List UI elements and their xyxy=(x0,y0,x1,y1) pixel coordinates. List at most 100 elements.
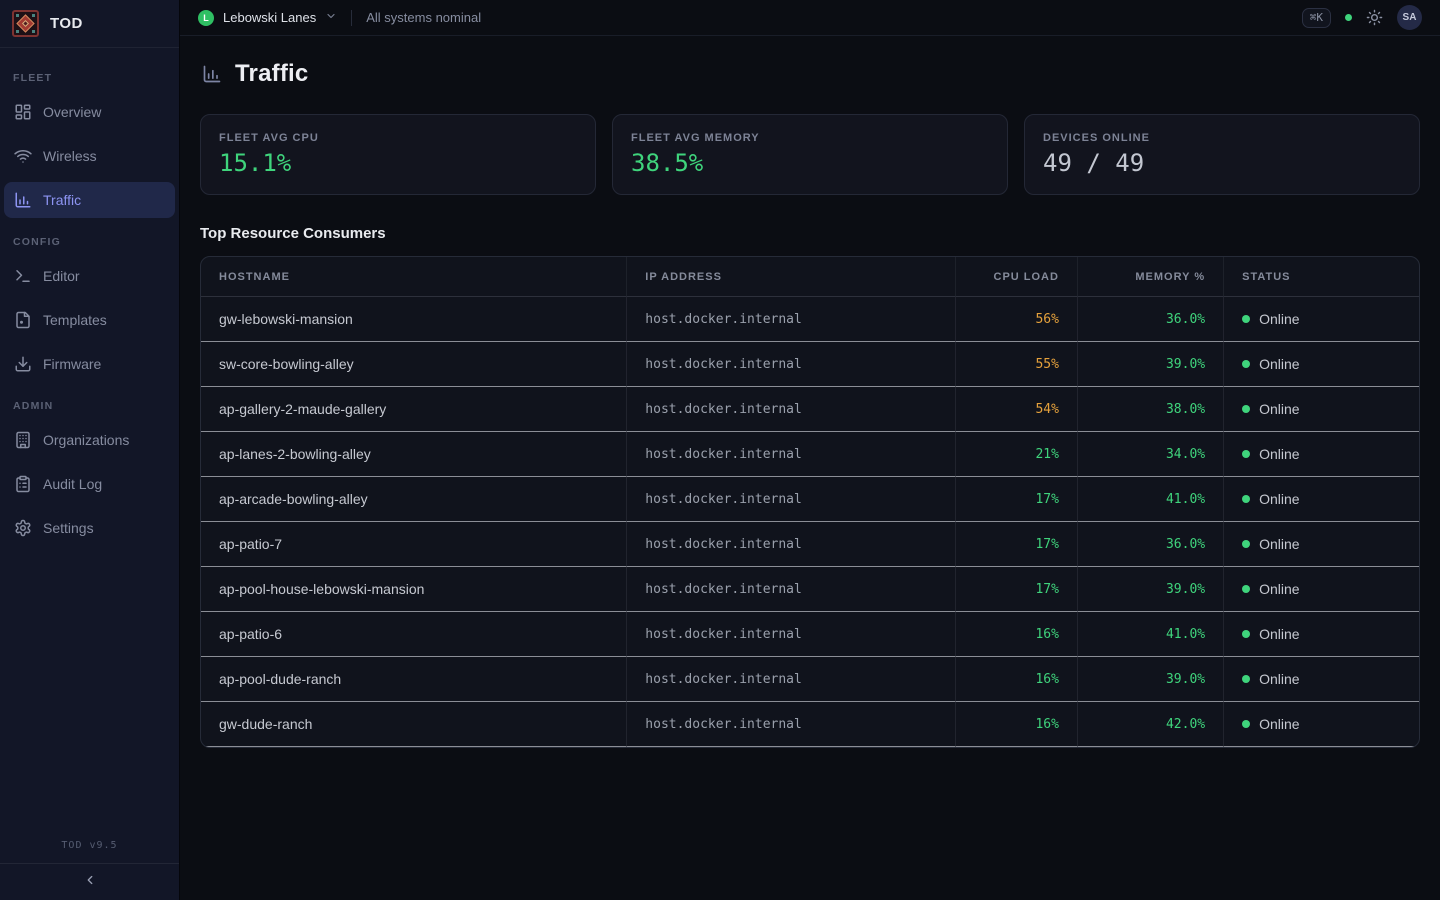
layout-grid-icon xyxy=(14,103,32,121)
app-version: TOD v9.5 xyxy=(0,830,179,863)
table-row[interactable]: ap-pool-dude-ranch host.docker.internal … xyxy=(201,657,1419,702)
sidebar-item-label: Traffic xyxy=(43,192,81,208)
status-label: Online xyxy=(1259,716,1299,732)
status-label: Online xyxy=(1259,671,1299,687)
cpu-load-cell: 17% xyxy=(956,567,1078,612)
status-label: Online xyxy=(1259,491,1299,507)
stat-label: DEVICES ONLINE xyxy=(1043,132,1401,144)
status-label: Online xyxy=(1259,356,1299,372)
memory-cell: 36.0% xyxy=(1078,522,1224,567)
ip-address-cell: host.docker.internal xyxy=(627,477,956,522)
sidebar-header: TOD xyxy=(0,0,179,48)
table-header-row: HOSTNAMEIP ADDRESSCPU LOADMEMORY %STATUS xyxy=(201,257,1419,297)
online-status-dot-icon xyxy=(1242,720,1250,728)
chevron-left-icon xyxy=(83,873,97,892)
sidebar-item-settings[interactable]: Settings xyxy=(4,510,175,546)
theme-toggle-button[interactable] xyxy=(1366,9,1383,26)
ip-address-cell: host.docker.internal xyxy=(627,567,956,612)
sidebar-item-organizations[interactable]: Organizations xyxy=(4,422,175,458)
sidebar-nav: FLEETOverviewWirelessTrafficCONFIGEditor… xyxy=(0,48,179,830)
hostname-cell: ap-pool-house-lebowski-mansion xyxy=(201,567,627,612)
table-row[interactable]: gw-dude-ranch host.docker.internal 16% 4… xyxy=(201,702,1419,747)
status-cell: Online xyxy=(1224,657,1419,702)
table-row[interactable]: ap-patio-6 host.docker.internal 16% 41.0… xyxy=(201,612,1419,657)
hostname-cell: ap-pool-dude-ranch xyxy=(201,657,627,702)
status-label: Online xyxy=(1259,581,1299,597)
cpu-load-cell: 56% xyxy=(956,297,1078,342)
table-row[interactable]: ap-lanes-2-bowling-alley host.docker.int… xyxy=(201,432,1419,477)
stat-card-fleet-avg-cpu: FLEET AVG CPU15.1% xyxy=(200,114,596,195)
sidebar-item-templates[interactable]: Templates xyxy=(4,302,175,338)
cpu-load-cell: 16% xyxy=(956,612,1078,657)
ip-address-cell: host.docker.internal xyxy=(627,522,956,567)
sidebar-item-label: Editor xyxy=(43,268,80,284)
sidebar-item-firmware[interactable]: Firmware xyxy=(4,346,175,382)
table-row[interactable]: ap-pool-house-lebowski-mansion host.dock… xyxy=(201,567,1419,612)
table-row[interactable]: sw-core-bowling-alley host.docker.intern… xyxy=(201,342,1419,387)
ip-address-cell: host.docker.internal xyxy=(627,342,956,387)
ip-address-cell: host.docker.internal xyxy=(627,387,956,432)
page-title-row: Traffic xyxy=(200,60,1420,88)
ip-address-cell: host.docker.internal xyxy=(627,612,956,657)
table-row[interactable]: gw-lebowski-mansion host.docker.internal… xyxy=(201,297,1419,342)
status-cell: Online xyxy=(1224,702,1419,747)
status-label: Online xyxy=(1259,401,1299,417)
hostname-cell: gw-dude-ranch xyxy=(201,702,627,747)
sidebar-item-label: Settings xyxy=(43,520,94,536)
clipboard-icon xyxy=(14,475,32,493)
stat-label: FLEET AVG MEMORY xyxy=(631,132,989,144)
status-label: Online xyxy=(1259,446,1299,462)
main-area: L Lebowski Lanes All systems nominal ⌘K … xyxy=(180,0,1440,900)
page-content: Traffic FLEET AVG CPU15.1% FLEET AVG MEMO… xyxy=(180,36,1440,900)
status-cell: Online xyxy=(1224,522,1419,567)
table-row[interactable]: ap-arcade-bowling-alley host.docker.inte… xyxy=(201,477,1419,522)
hostname-cell: ap-patio-6 xyxy=(201,612,627,657)
hostname-cell: ap-arcade-bowling-alley xyxy=(201,477,627,522)
chevron-down-icon xyxy=(325,9,337,27)
sidebar-item-audit-log[interactable]: Audit Log xyxy=(4,466,175,502)
bar-chart-icon xyxy=(14,191,32,209)
status-cell: Online xyxy=(1224,342,1419,387)
org-switcher[interactable]: L Lebowski Lanes xyxy=(198,9,337,27)
online-status-dot-icon xyxy=(1242,630,1250,638)
column-header-status: STATUS xyxy=(1224,257,1419,297)
table-row[interactable]: ap-gallery-2-maude-gallery host.docker.i… xyxy=(201,387,1419,432)
online-status-dot-icon xyxy=(1242,540,1250,548)
sidebar: TOD FLEETOverviewWirelessTrafficCONFIGEd… xyxy=(0,0,180,900)
sidebar-item-overview[interactable]: Overview xyxy=(4,94,175,130)
sidebar-item-label: Overview xyxy=(43,104,101,120)
stat-value: 15.1% xyxy=(219,149,577,177)
topbar-right: ⌘K SA xyxy=(1302,5,1422,30)
sidebar-item-traffic[interactable]: Traffic xyxy=(4,182,175,218)
ip-address-cell: host.docker.internal xyxy=(627,297,956,342)
hostname-cell: ap-patio-7 xyxy=(201,522,627,567)
user-avatar[interactable]: SA xyxy=(1397,5,1422,30)
table-row[interactable]: ap-patio-7 host.docker.internal 17% 36.0… xyxy=(201,522,1419,567)
online-status-dot-icon xyxy=(1242,315,1250,323)
sidebar-collapse-button[interactable] xyxy=(0,863,179,900)
column-header-cpu-load: CPU LOAD xyxy=(956,257,1078,297)
command-palette-shortcut[interactable]: ⌘K xyxy=(1302,8,1331,28)
terminal-icon xyxy=(14,267,32,285)
org-name: Lebowski Lanes xyxy=(223,10,316,25)
sidebar-item-wireless[interactable]: Wireless xyxy=(4,138,175,174)
nav-section-label-config: CONFIG xyxy=(13,236,166,248)
sidebar-item-label: Firmware xyxy=(43,356,101,372)
column-header-hostname: HOSTNAME xyxy=(201,257,627,297)
wifi-icon xyxy=(14,147,32,165)
cpu-load-cell: 16% xyxy=(956,702,1078,747)
online-status-dot-icon xyxy=(1242,450,1250,458)
stat-value: 49 / 49 xyxy=(1043,149,1401,177)
sun-icon xyxy=(1366,9,1383,26)
cpu-load-cell: 55% xyxy=(956,342,1078,387)
file-icon xyxy=(14,311,32,329)
sidebar-item-label: Audit Log xyxy=(43,476,102,492)
nav-section-label-admin: ADMIN xyxy=(13,400,166,412)
memory-cell: 41.0% xyxy=(1078,612,1224,657)
section-heading: Top Resource Consumers xyxy=(200,225,1420,242)
sidebar-item-label: Templates xyxy=(43,312,107,328)
memory-cell: 38.0% xyxy=(1078,387,1224,432)
online-status-dot-icon xyxy=(1242,405,1250,413)
memory-cell: 34.0% xyxy=(1078,432,1224,477)
sidebar-item-editor[interactable]: Editor xyxy=(4,258,175,294)
